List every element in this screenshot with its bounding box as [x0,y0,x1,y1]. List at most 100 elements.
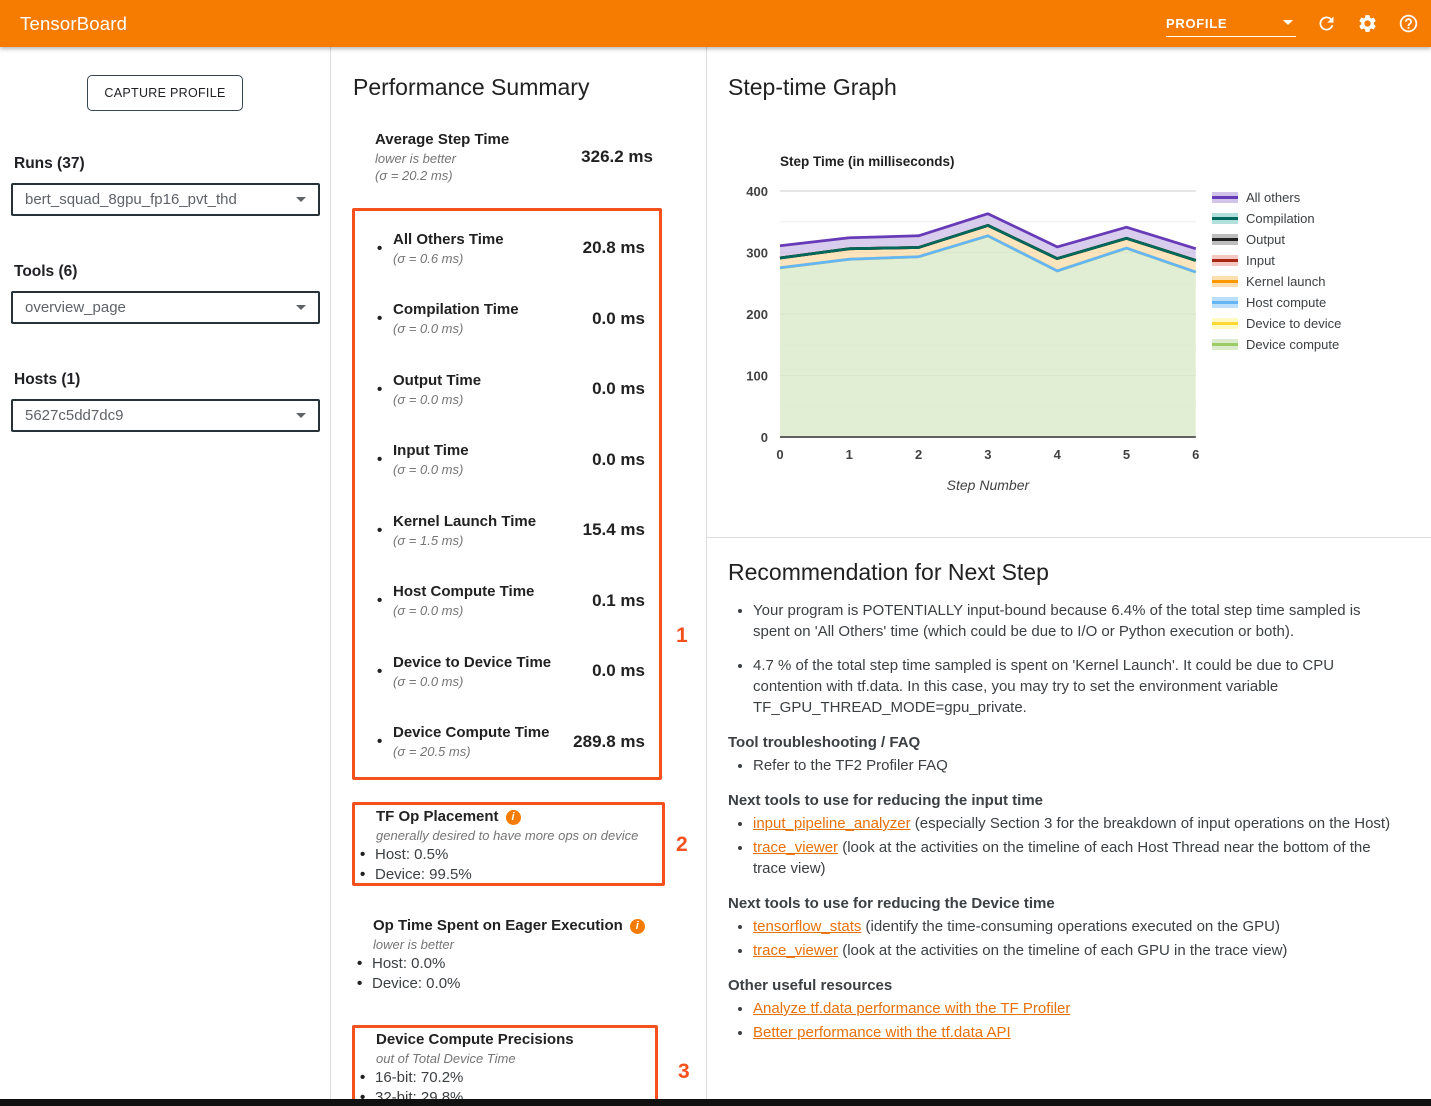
metric-label: All Others Time [393,230,504,250]
list-item: •16-bit: 70.2% [355,1068,655,1088]
bullet-icon: • [377,733,393,750]
legend-line [1212,259,1238,262]
rec-link[interactable]: Better performance with the tf.data API [753,1024,1011,1041]
rec-link[interactable]: input_pipeline_analyzer [753,815,911,832]
chevron-down-icon [296,305,306,310]
svg-text:6: 6 [1192,447,1199,462]
metric-value: 289.8 ms [573,732,659,752]
rec-link[interactable]: tensorflow_stats [753,918,861,935]
recommendation-sections: Tool troubleshooting / FAQRefer to the T… [728,734,1401,1043]
dashboard-select-value: PROFILE [1166,16,1227,31]
annotation-box-1: •All Others Time(σ = 0.6 ms)20.8 ms•Comp… [352,208,662,780]
rec-link[interactable]: trace_viewer [753,839,838,856]
metric-value: 15.4 ms [583,520,659,540]
metric-value: 0.0 ms [592,661,659,681]
metric-text: Kernel Launch Time(σ = 1.5 ms) [393,512,536,549]
performance-summary-title: Performance Summary [353,74,589,101]
metric-row: •Output Time(σ = 0.0 ms)0.0 ms [355,354,659,425]
metric-label: Device Compute Time [393,723,549,743]
gear-icon [1357,13,1378,34]
right-pane: Step-time Graph Step Time (in millisecon… [707,47,1431,1099]
capture-profile-button[interactable]: CAPTURE PROFILE [87,75,242,111]
legend-line [1212,217,1238,220]
step-time-graph-card: Step-time Graph Step Time (in millisecon… [707,47,1431,538]
metric-value: 0.0 ms [592,450,659,470]
tools-select[interactable]: overview_page [11,291,320,324]
tf-op-placement-title-row: TF Op Placement i [376,807,662,827]
metric-text: Device to Device Time(σ = 0.0 ms) [393,653,551,690]
list-item: •Host: 0.5% [355,845,662,865]
bullet-icon: • [360,1068,375,1088]
list-item: •Device: 99.5% [355,865,662,885]
metric-label: Average Step Time [375,130,509,150]
metric-sigma: (σ = 0.0 ms) [393,673,551,690]
metric-subtitle: lower is better [375,150,509,167]
metric-value: 326.2 ms [581,147,667,167]
legend-item: Compilation [1212,208,1341,229]
legend-label: All others [1246,190,1300,205]
bullet-icon: • [377,592,393,609]
list-item-text: 16-bit: 70.2% [375,1068,463,1088]
rec-item: input_pipeline_analyzer (especially Sect… [753,813,1401,834]
info-icon[interactable]: i [630,919,645,934]
legend-swatch-icon [1212,339,1238,350]
settings-button[interactable] [1356,13,1378,35]
chevron-down-icon [296,197,306,202]
svg-text:100: 100 [746,369,768,384]
metric-row: •Host Compute Time(σ = 0.0 ms)0.1 ms [355,566,659,637]
metric-sigma: (σ = 0.6 ms) [393,250,504,267]
rec-link[interactable]: Analyze tf.data performance with the TF … [753,1000,1070,1017]
metric-value: 20.8 ms [583,238,659,258]
svg-text:4: 4 [1054,447,1062,462]
runs-select-value: bert_squad_8gpu_fp16_pvt_thd [25,191,237,208]
help-button[interactable] [1397,13,1419,35]
topbar-controls: PROFILE [1166,0,1419,47]
rec-section-heading: Next tools to use for reducing the input… [728,792,1401,809]
metric-sigma: (σ = 0.0 ms) [393,461,469,478]
info-icon[interactable]: i [506,810,521,825]
recommendation-bullets: Your program is POTENTIALLY input-bound … [728,600,1401,718]
list-item-text: Device: 0.0% [372,974,460,994]
legend-label: Kernel launch [1246,274,1326,289]
help-icon [1398,13,1419,34]
dashboard-select[interactable]: PROFILE [1166,10,1296,37]
list-item-text: Host: 0.0% [372,954,445,974]
metric-row: •All Others Time(σ = 0.6 ms)20.8 ms [355,213,659,284]
list-item: •Device: 0.0% [352,974,665,994]
annotation-label-3: 3 [678,1060,690,1084]
rec-link[interactable]: trace_viewer [753,942,838,959]
tf-op-placement-subtitle: generally desired to have more ops on de… [376,827,662,845]
hosts-select[interactable]: 5627c5dd7dc9 [11,399,320,432]
legend-label: Device compute [1246,337,1339,352]
chevron-down-icon [1283,20,1293,25]
legend-swatch-icon [1212,297,1238,308]
list-item-text: Device: 99.5% [375,865,472,885]
recommendation-bullet: Your program is POTENTIALLY input-bound … [753,600,1401,642]
bullet-icon: • [377,381,393,398]
legend-item: Input [1212,250,1341,271]
reload-button[interactable] [1315,13,1337,35]
tools-label: Tools (6) [14,263,330,281]
svg-text:200: 200 [746,307,768,322]
legend-line [1212,301,1238,304]
metric-sigma: (σ = 20.2 ms) [375,167,509,184]
rec-item: Refer to the TF2 Profiler FAQ [753,755,1401,776]
sidebar: CAPTURE PROFILE Runs (37) bert_squad_8gp… [0,47,331,1099]
legend-item: Kernel launch [1212,271,1341,292]
metric-text: Output Time(σ = 0.0 ms) [393,371,481,408]
legend-label: Compilation [1246,211,1315,226]
legend-line [1212,280,1238,283]
eager-items: •Host: 0.0%•Device: 0.0% [352,954,665,993]
runs-select[interactable]: bert_squad_8gpu_fp16_pvt_thd [11,183,320,216]
recommendation-title: Recommendation for Next Step [728,559,1401,586]
rec-section-heading: Other useful resources [728,977,1401,994]
precisions-items: •16-bit: 70.2%•32-bit: 29.8% [355,1068,655,1103]
legend-item: All others [1212,187,1341,208]
performance-summary-card: Performance Summary Average Step Time lo… [331,47,707,1099]
svg-text:400: 400 [746,184,768,199]
metric-row: •Kernel Launch Time(σ = 1.5 ms)15.4 ms [355,495,659,566]
runs-selector-group: Runs (37) bert_squad_8gpu_fp16_pvt_thd [0,155,330,216]
metric-label: Device to Device Time [393,653,551,673]
bullet-icon: • [357,954,372,974]
rec-item: trace_viewer (look at the activities on … [753,837,1401,879]
